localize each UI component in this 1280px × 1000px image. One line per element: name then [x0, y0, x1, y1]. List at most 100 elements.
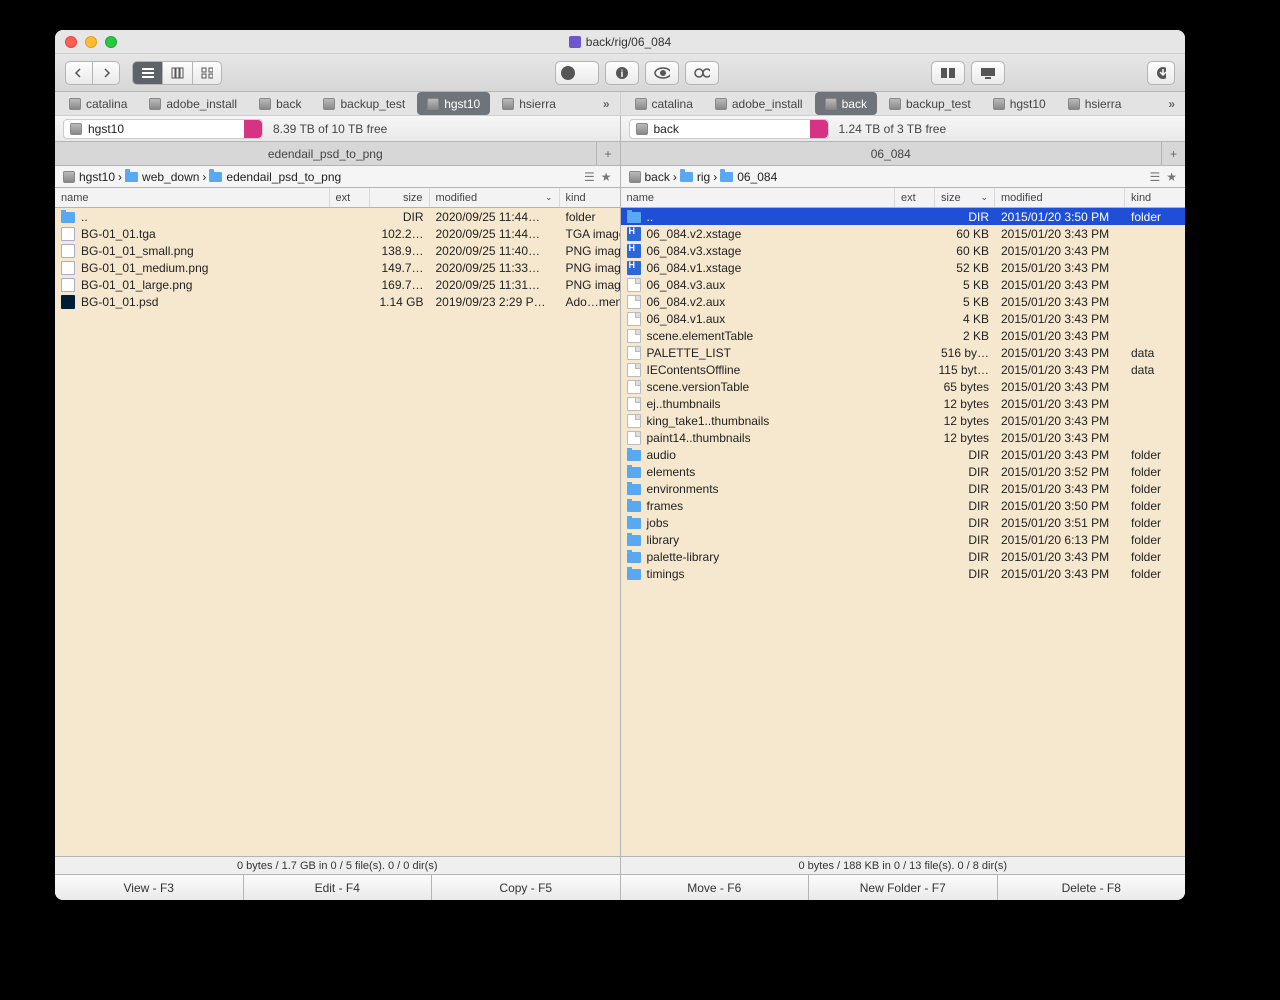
breadcrumb-item[interactable]: back [629, 170, 670, 184]
more-tabs-button[interactable]: » [597, 92, 616, 115]
drive-tab[interactable]: hgst10 [983, 92, 1056, 115]
terminal-button[interactable] [971, 61, 1005, 85]
breadcrumb-item[interactable]: rig [680, 170, 710, 184]
folder-tab-right[interactable]: 06_084 [621, 142, 1162, 165]
folder-tab-left[interactable]: edendail_psd_to_png [55, 142, 596, 165]
drive-tab[interactable]: catalina [59, 92, 137, 115]
file-row[interactable]: ..DIR2015/01/20 3:50 PMfolder [621, 208, 1186, 225]
toggle-hidden-switch[interactable] [555, 61, 599, 85]
file-row[interactable]: audioDIR2015/01/20 3:43 PMfolder [621, 446, 1186, 463]
file-row[interactable]: BG-01_01_small.png138.9…2020/09/25 11:40… [55, 242, 620, 259]
search-button[interactable] [685, 61, 719, 85]
file-kind: data [1125, 363, 1185, 377]
drive-tab[interactable]: hsierra [492, 92, 566, 115]
drive-tab[interactable]: adobe_install [139, 92, 247, 115]
new-tab-left[interactable]: + [596, 142, 620, 165]
close-button[interactable] [65, 36, 77, 48]
col-size[interactable]: size⌄ [935, 188, 995, 207]
file-row[interactable]: scene.versionTable65 bytes2015/01/20 3:4… [621, 378, 1186, 395]
breadcrumb-item[interactable]: web_down [125, 170, 199, 184]
file-row[interactable]: libraryDIR2015/01/20 6:13 PMfolder [621, 531, 1186, 548]
drive-tab[interactable]: back [815, 92, 877, 115]
breadcrumb-item[interactable]: hgst10 [63, 170, 115, 184]
file-row[interactable]: ej..thumbnails12 bytes2015/01/20 3:43 PM [621, 395, 1186, 412]
info-button[interactable]: i [605, 61, 639, 85]
preview-button[interactable] [645, 61, 679, 85]
column-view-button[interactable] [162, 61, 192, 85]
file-row[interactable]: scene.elementTable2 KB2015/01/20 3:43 PM [621, 327, 1186, 344]
col-size[interactable]: size [370, 188, 430, 207]
file-row[interactable]: 06_084.v2.aux5 KB2015/01/20 3:43 PM [621, 293, 1186, 310]
list-icon[interactable]: ☰ [1149, 170, 1160, 184]
maximize-button[interactable] [105, 36, 117, 48]
back-button[interactable] [65, 61, 92, 85]
file-row[interactable]: king_take1..thumbnails12 bytes2015/01/20… [621, 412, 1186, 429]
file-row[interactable]: PALETTE_LIST516 by…2015/01/20 3:43 PMdat… [621, 344, 1186, 361]
star-icon[interactable]: ★ [601, 170, 612, 184]
minimize-button[interactable] [85, 36, 97, 48]
file-row[interactable]: 06_084.v1.xstage52 KB2015/01/20 3:43 PM [621, 259, 1186, 276]
file-row[interactable]: BG-01_01_medium.png149.7…2020/09/25 11:3… [55, 259, 620, 276]
fkey-button[interactable]: Move - F6 [621, 875, 810, 900]
grid-view-button[interactable] [192, 61, 222, 85]
drive-dropdown-right[interactable]: back [629, 119, 829, 139]
breadcrumb-item[interactable]: 06_084 [720, 170, 777, 184]
col-ext[interactable]: ext [330, 188, 370, 207]
file-row[interactable]: timingsDIR2015/01/20 3:43 PMfolder [621, 565, 1186, 582]
drive-tab[interactable]: backup_test [313, 92, 415, 115]
file-row[interactable]: BG-01_01.psd1.14 GB2019/09/23 2:29 P…Ado… [55, 293, 620, 310]
file-list-right[interactable]: ..DIR2015/01/20 3:50 PMfolder06_084.v2.x… [621, 208, 1186, 856]
col-ext[interactable]: ext [895, 188, 935, 207]
drive-tab[interactable]: hgst10 [417, 92, 490, 115]
drive-tab-label: back [276, 97, 301, 111]
file-row[interactable]: elementsDIR2015/01/20 3:52 PMfolder [621, 463, 1186, 480]
file-row[interactable]: palette-libraryDIR2015/01/20 3:43 PMfold… [621, 548, 1186, 565]
file-row[interactable]: 06_084.v2.xstage60 KB2015/01/20 3:43 PM [621, 225, 1186, 242]
file-name-cell: library [621, 533, 896, 547]
drive-tab[interactable]: catalina [625, 92, 703, 115]
list-view-button[interactable] [132, 61, 162, 85]
breadcrumb-item[interactable]: edendail_psd_to_png [209, 170, 341, 184]
file-row[interactable]: environmentsDIR2015/01/20 3:43 PMfolder [621, 480, 1186, 497]
fkey-button[interactable]: New Folder - F7 [809, 875, 998, 900]
file-row[interactable]: framesDIR2015/01/20 3:50 PMfolder [621, 497, 1186, 514]
col-modified[interactable]: modified [995, 188, 1125, 207]
file-row[interactable]: IEContentsOffline115 byt…2015/01/20 3:43… [621, 361, 1186, 378]
col-modified[interactable]: modified⌄ [430, 188, 560, 207]
file-row[interactable]: paint14..thumbnails12 bytes2015/01/20 3:… [621, 429, 1186, 446]
col-kind[interactable]: kind [560, 188, 620, 207]
downloads-button[interactable] [1147, 61, 1175, 85]
fkey-button[interactable]: View - F3 [55, 875, 244, 900]
list-icon[interactable]: ☰ [584, 170, 595, 184]
file-row[interactable]: BG-01_01.tga102.2…2020/09/25 11:44…TGA i… [55, 225, 620, 242]
window-controls [65, 36, 117, 48]
col-kind[interactable]: kind [1125, 188, 1185, 207]
fkey-button[interactable]: Edit - F4 [244, 875, 433, 900]
star-icon[interactable]: ★ [1166, 170, 1177, 184]
col-name[interactable]: name [55, 188, 330, 207]
file-row[interactable]: 06_084.v3.aux5 KB2015/01/20 3:43 PM [621, 276, 1186, 293]
file-row[interactable]: jobsDIR2015/01/20 3:51 PMfolder [621, 514, 1186, 531]
drive-tab[interactable]: adobe_install [705, 92, 813, 115]
file-row[interactable]: BG-01_01_large.png169.7…2020/09/25 11:31… [55, 276, 620, 293]
drive-tab[interactable]: backup_test [879, 92, 981, 115]
new-tab-right[interactable]: + [1161, 142, 1185, 165]
file-row[interactable]: 06_084.v3.xstage60 KB2015/01/20 3:43 PM [621, 242, 1186, 259]
file-row[interactable]: ..DIR2020/09/25 11:44…folder [55, 208, 620, 225]
drive-tab[interactable]: back [249, 92, 311, 115]
drive-dropdown-left[interactable]: hgst10 [63, 119, 263, 139]
drive-tab[interactable]: hsierra [1058, 92, 1132, 115]
col-name[interactable]: name [621, 188, 896, 207]
app-window: back/rig/06_084 i [55, 30, 1185, 900]
file-modified: 2015/01/20 3:51 PM [995, 516, 1125, 530]
info-icon: i [615, 66, 629, 80]
file-modified: 2015/01/20 3:43 PM [995, 312, 1125, 326]
fkey-button[interactable]: Copy - F5 [432, 875, 621, 900]
file-kind: folder [1125, 465, 1185, 479]
file-list-left[interactable]: ..DIR2020/09/25 11:44…folderBG-01_01.tga… [55, 208, 620, 856]
more-tabs-button[interactable]: » [1162, 92, 1181, 115]
forward-button[interactable] [92, 61, 120, 85]
fkey-button[interactable]: Delete - F8 [998, 875, 1186, 900]
file-row[interactable]: 06_084.v1.aux4 KB2015/01/20 3:43 PM [621, 310, 1186, 327]
split-button[interactable] [931, 61, 965, 85]
